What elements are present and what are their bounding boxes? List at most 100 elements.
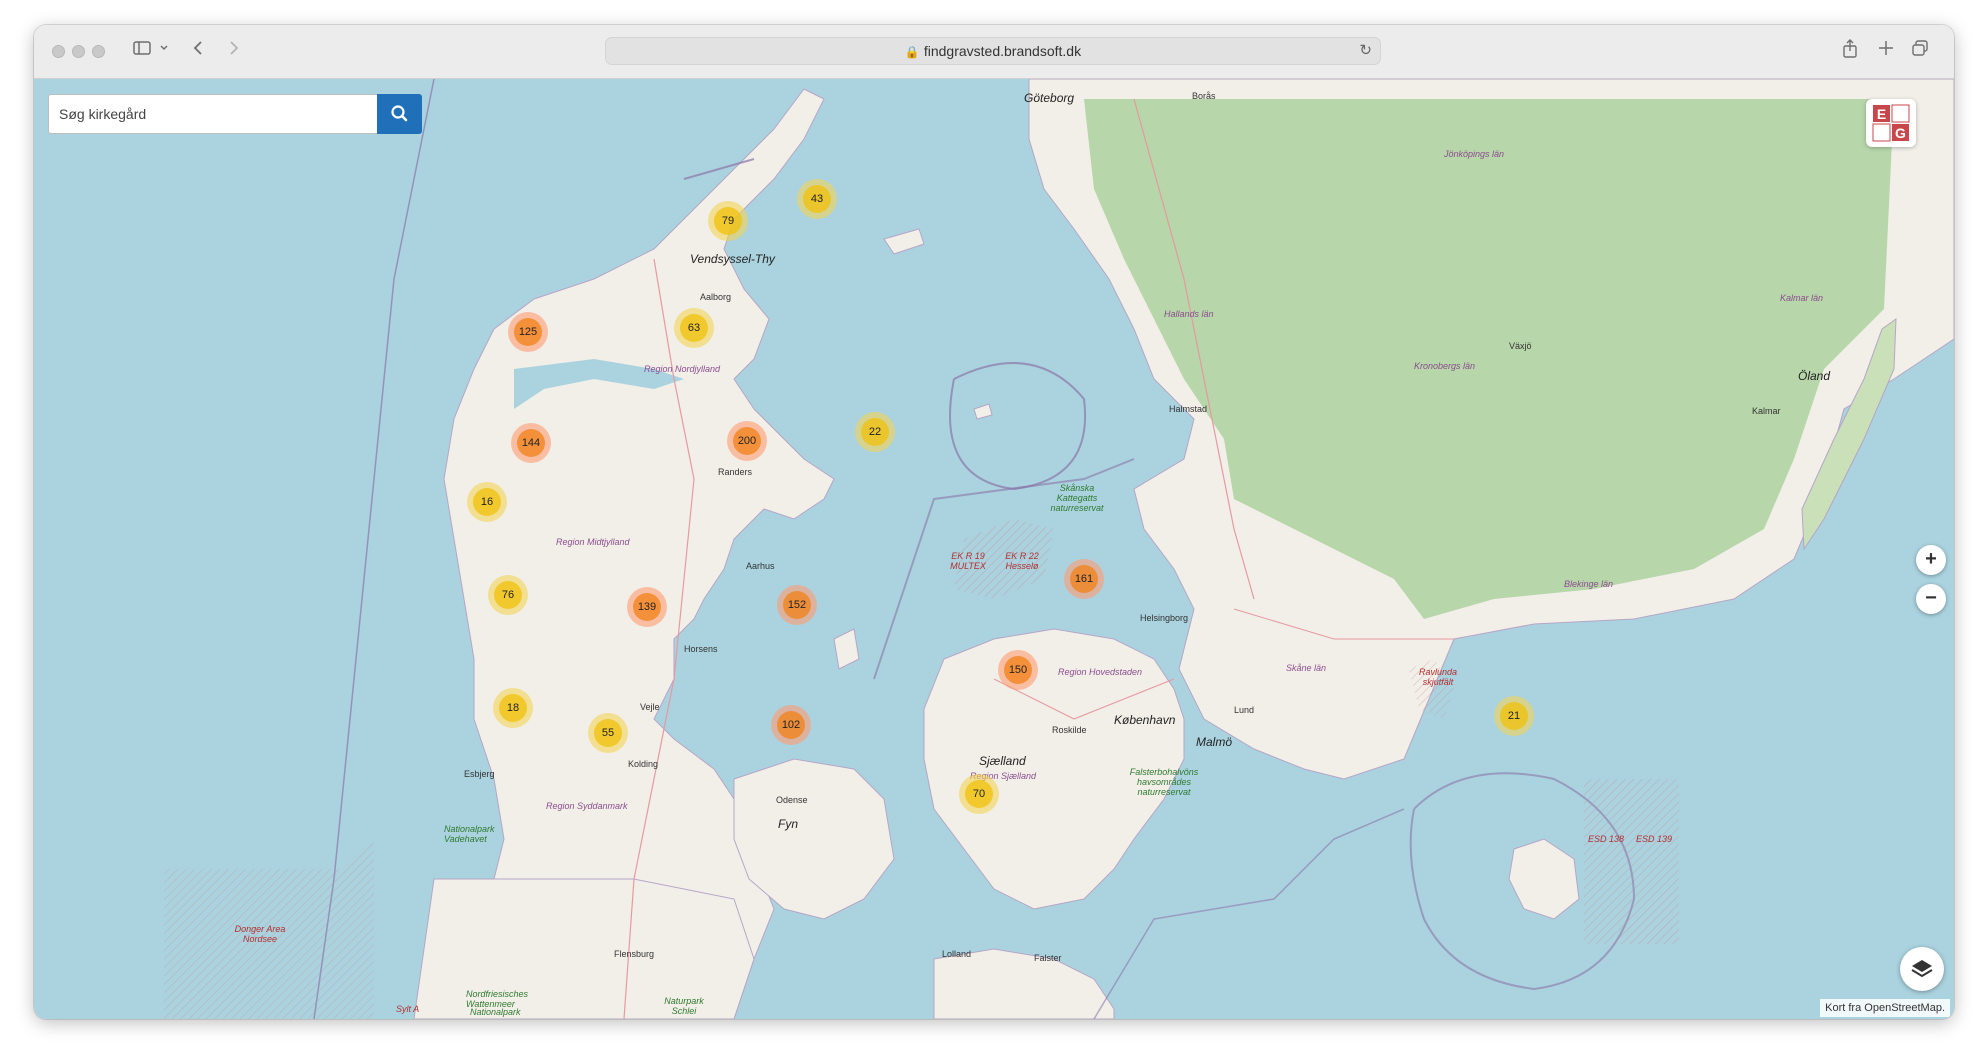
land-bornholm [1508, 838, 1580, 920]
cluster-count: 70 [965, 780, 993, 808]
map-tiles [164, 79, 1954, 1019]
place-label: Sylt A [396, 1004, 420, 1014]
close-window-button[interactable] [52, 45, 65, 58]
zoom-out-button[interactable]: − [1916, 584, 1946, 614]
cluster-marker[interactable]: 102 [771, 705, 811, 745]
place-label: Donger Area Nordsee [234, 924, 286, 944]
place-label: Region Nordjylland [644, 364, 721, 374]
land-lolland [933, 948, 1115, 1019]
cluster-marker[interactable]: 63 [674, 308, 714, 348]
share-icon[interactable] [1841, 38, 1859, 66]
cluster-marker[interactable]: 21 [1494, 696, 1534, 736]
tab-overview-icon[interactable] [1910, 38, 1930, 64]
cluster-count: 125 [514, 318, 542, 346]
cluster-marker[interactable]: 200 [727, 421, 767, 461]
new-tab-icon[interactable] [1877, 38, 1895, 64]
place-label: Fyn [778, 817, 799, 831]
chevron-down-icon[interactable] [158, 38, 170, 64]
place-label: Vejle [640, 702, 660, 712]
cluster-marker[interactable]: 161 [1064, 559, 1104, 599]
place-label: Roskilde [1052, 725, 1087, 735]
place-label: EK R 22 Hesselø [1005, 551, 1039, 571]
place-label: Horsens [684, 644, 718, 654]
forward-icon[interactable] [226, 38, 240, 64]
cluster-marker[interactable]: 152 [777, 585, 817, 625]
browser-window: 🔒 findgravsted.brandsoft.dk ↻ Göteborg B… [34, 25, 1954, 1019]
cluster-marker[interactable]: 18 [493, 688, 533, 728]
place-label: Skånska Kattegatts naturreservat [1050, 483, 1104, 513]
place-label: Borås [1192, 91, 1216, 101]
cluster-marker[interactable]: 76 [488, 575, 528, 615]
cluster-marker[interactable]: 22 [855, 412, 895, 452]
svg-text:E: E [1877, 106, 1886, 122]
place-label: Lolland [942, 949, 972, 959]
cluster-count: 200 [733, 427, 761, 455]
cluster-marker[interactable]: 16 [467, 482, 507, 522]
place-label: Halmstad [1169, 404, 1208, 414]
eg-logo: E G [1866, 99, 1916, 147]
cluster-count: 22 [861, 418, 889, 446]
place-label: Region Hovedstaden [1058, 667, 1143, 677]
cluster-count: 161 [1070, 565, 1098, 593]
minimize-window-button[interactable] [72, 45, 85, 58]
cluster-count: 150 [1004, 656, 1032, 684]
search-icon [391, 105, 408, 122]
place-label: Lund [1234, 705, 1255, 715]
place-label: Blekinge län [1564, 579, 1614, 589]
attribution-prefix: Kort fra [1825, 1002, 1862, 1014]
sidebar-icon[interactable] [132, 38, 152, 64]
place-label: Region Midtjylland [556, 537, 630, 547]
cluster-count: 43 [803, 185, 831, 213]
search-button[interactable] [377, 94, 422, 134]
cluster-count: 55 [594, 719, 622, 747]
layers-icon [1911, 960, 1933, 978]
place-label: Vendsyssel-Thy [690, 252, 775, 266]
cluster-count: 139 [633, 593, 661, 621]
place-label: Malmö [1196, 735, 1233, 749]
cluster-marker[interactable]: 125 [508, 312, 548, 352]
place-label: Falsterbohalvöns havsområdes naturreserv… [1129, 767, 1199, 797]
place-label: Randers [718, 467, 753, 477]
cluster-count: 102 [777, 711, 805, 739]
place-label: Nationalpark Vadehavet [444, 824, 495, 844]
zoom-in-button[interactable]: + [1916, 545, 1946, 575]
place-label: Jönköpings län [1444, 149, 1505, 159]
place-label: Växjö [1509, 341, 1532, 351]
place-label: Kolding [628, 759, 659, 769]
cluster-count: 76 [494, 581, 522, 609]
search-control [48, 94, 422, 134]
browser-toolbar: 🔒 findgravsted.brandsoft.dk ↻ [34, 25, 1954, 79]
place-label: Falster [1034, 953, 1062, 963]
cluster-marker[interactable]: 55 [588, 713, 628, 753]
place-label: Flensburg [614, 949, 655, 959]
place-label: Ravlunda skjutfält [1418, 667, 1458, 687]
place-label: Öland [1798, 369, 1831, 383]
cluster-marker[interactable]: 79 [708, 201, 748, 241]
place-label: Esbjerg [464, 769, 495, 779]
osm-link[interactable]: OpenStreetMap [1864, 1002, 1942, 1014]
place-label: Kronobergs län [1414, 361, 1476, 371]
place-label: Kalmar [1752, 406, 1781, 416]
layers-button[interactable] [1900, 947, 1944, 991]
cluster-marker[interactable]: 139 [627, 587, 667, 627]
zoom-window-button[interactable] [92, 45, 105, 58]
cluster-count: 21 [1500, 702, 1528, 730]
svg-text:G: G [1895, 125, 1906, 141]
place-label: Aarhus [746, 561, 775, 571]
search-input[interactable] [48, 94, 377, 134]
cluster-marker[interactable]: 43 [797, 179, 837, 219]
cluster-marker[interactable]: 150 [998, 650, 1038, 690]
address-bar[interactable]: 🔒 findgravsted.brandsoft.dk ↻ [605, 37, 1381, 65]
cluster-marker[interactable]: 144 [511, 423, 551, 463]
back-icon[interactable] [192, 38, 206, 64]
place-label: Helsingborg [1140, 613, 1189, 623]
reload-icon[interactable]: ↻ [1359, 38, 1372, 64]
attribution-suffix: . [1941, 1002, 1945, 1014]
map-canvas[interactable]: Göteborg Borås Jönköpings län Hallands l… [34, 79, 1954, 1019]
place-label: Göteborg [1024, 91, 1075, 105]
place-label: ESD 138 [1588, 834, 1625, 844]
map-attribution: Kort fra OpenStreetMap. [1820, 999, 1950, 1017]
url-text: findgravsted.brandsoft.dk [923, 43, 1082, 59]
place-label: København [1114, 713, 1176, 727]
cluster-marker[interactable]: 70 [959, 774, 999, 814]
